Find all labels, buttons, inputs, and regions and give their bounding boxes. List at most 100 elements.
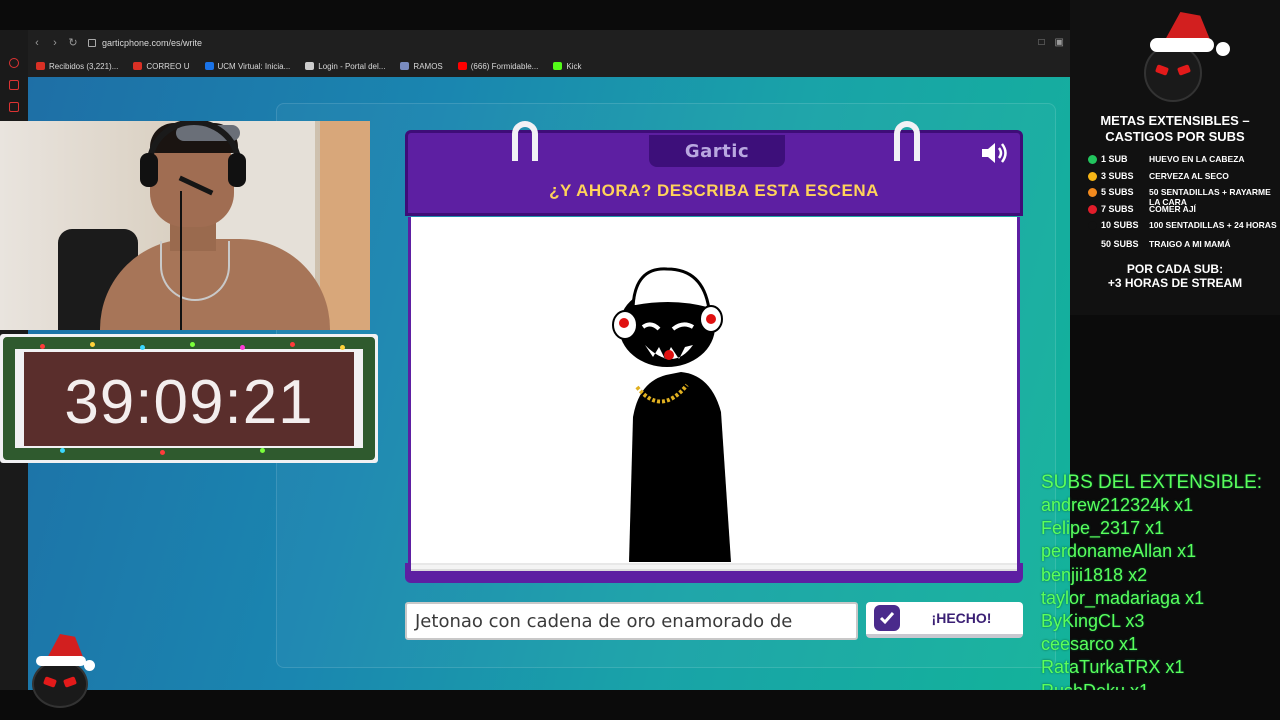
headphone-cup xyxy=(228,153,246,187)
answer-value: Jetonao con cadena de oro enamorado de xyxy=(415,610,793,632)
bookmark-item[interactable]: Kick xyxy=(553,62,581,71)
sub-entry: Felipe_2317 x1 xyxy=(1041,518,1165,539)
kick-icon xyxy=(553,62,563,70)
bookmark-label: UCM Virtual: Inicia... xyxy=(217,61,291,71)
nav-row: ‹ › ↻ garticphone.com/es/write □ ▣ xyxy=(28,30,1070,55)
binder-ring-icon xyxy=(894,121,920,161)
page-icon xyxy=(305,62,315,70)
gmail-icon xyxy=(133,62,143,70)
garland-light xyxy=(40,344,45,349)
devil-emote-icon xyxy=(1144,44,1202,102)
sidebar-icon[interactable] xyxy=(9,80,19,90)
sub-entry: andrew212324k x1 xyxy=(1041,495,1194,515)
gmail-icon xyxy=(36,62,45,70)
santa-hat-brim xyxy=(36,656,86,666)
forward-icon[interactable]: › xyxy=(46,37,64,49)
ramos-icon xyxy=(400,62,410,70)
headphone-cable xyxy=(180,191,182,330)
goal-row: 7 SUBS COMER AJÍ xyxy=(1088,204,1279,214)
webcam-feed xyxy=(0,121,370,330)
youtube-icon xyxy=(457,62,467,70)
bookmark-star-icon[interactable]: ▣ xyxy=(1055,37,1064,48)
headphone-cup xyxy=(140,153,158,187)
santa-hat-pom xyxy=(84,660,95,671)
reload-icon[interactable]: ↻ xyxy=(64,36,82,49)
scene-prompt: ¿Y AHORA? DESCRIBA ESTA ESCENA xyxy=(549,181,879,200)
binder-ring-icon xyxy=(512,121,538,161)
goal-reward: 100 SENTADILLAS + 24 HORAS xyxy=(1149,220,1277,230)
bookmark-item[interactable]: CORREO U xyxy=(133,61,190,71)
card-footer xyxy=(405,563,1023,583)
gartic-logo: Gartic xyxy=(684,140,750,162)
goals-footer-line: +3 HORAS DE STREAM xyxy=(1107,276,1243,290)
garland-light xyxy=(340,345,345,350)
checkmark-icon xyxy=(874,605,900,631)
goals-title: METAS EXTENSIBLES – CASTIGOS POR SUBS xyxy=(1070,113,1280,145)
drawing-image xyxy=(612,267,731,562)
garland-light xyxy=(260,448,265,453)
status-dot-icon xyxy=(1088,155,1097,164)
sub-entry: ceesarco x1 xyxy=(1041,634,1139,655)
goal-row: 3 SUBS CERVEZA AL SECO xyxy=(1088,171,1279,181)
sub-entry: benjii1818 x2 xyxy=(1041,564,1148,585)
extension-icon[interactable]: □ xyxy=(1039,37,1045,48)
bookmark-label: Login - Portal del... xyxy=(318,61,386,71)
sub-entry: ByKingCL x3 xyxy=(1041,611,1145,631)
goal-subs: 50 SUBS xyxy=(1101,239,1139,249)
timer-value: 39:09:21 xyxy=(64,368,314,437)
done-label: ¡HECHO! xyxy=(931,610,992,626)
goal-reward: HUEVO EN LA CABEZA xyxy=(1149,154,1245,164)
back-icon[interactable]: ‹ xyxy=(28,37,46,49)
bookmarks-bar: Recibidos (3,221)... CORREO U UCM Virtual:… xyxy=(28,55,1070,77)
status-dot-icon xyxy=(1088,221,1097,230)
bookmark-item[interactable]: UCM Virtual: Inicia... xyxy=(204,61,291,71)
bookmark-label: (666) Formidable... xyxy=(470,61,539,71)
done-button[interactable]: ¡HECHO! xyxy=(866,602,1023,638)
goal-subs: 5 SUBS xyxy=(1101,187,1134,197)
paper-edge xyxy=(411,563,1017,571)
bookmark-label: Kick xyxy=(566,61,582,71)
bookmark-item[interactable]: Login - Portal del... xyxy=(305,62,385,71)
goals-title-line: CASTIGOS POR SUBS xyxy=(1105,129,1245,144)
answer-input[interactable]: Jetonao con cadena de oro enamorado de xyxy=(405,602,858,640)
lock-icon xyxy=(88,38,96,47)
garland-light xyxy=(90,342,95,347)
goal-subs: 7 SUBS xyxy=(1101,204,1134,214)
stream-screen: ‹ › ↻ garticphone.com/es/write □ ▣ Recib… xyxy=(0,0,1280,720)
garland-light xyxy=(290,342,295,347)
sub-entry: RataTurkaTRX x1 xyxy=(1041,657,1185,678)
goal-subs: 1 SUB xyxy=(1101,154,1128,164)
goal-reward: COMER AJÍ xyxy=(1149,204,1196,214)
countdown-timer: 39:09:21 xyxy=(0,334,378,463)
bottom-bar xyxy=(0,690,1280,720)
sidebar-icon[interactable] xyxy=(9,58,19,68)
garland-light xyxy=(140,345,145,350)
status-dot-icon xyxy=(1088,205,1097,214)
goals-footer: POR CADA SUB: +3 HORAS DE STREAM xyxy=(1070,262,1280,290)
garland-light xyxy=(160,450,165,455)
goal-row: 1 SUB HUEVO EN LA CABEZA xyxy=(1088,154,1279,164)
garland-light xyxy=(190,342,195,347)
garland-light xyxy=(60,448,65,453)
bookmark-item[interactable]: RAMOS xyxy=(400,61,443,71)
bookmark-label: RAMOS xyxy=(413,61,443,71)
browser-chrome: ‹ › ↻ garticphone.com/es/write □ ▣ Recib… xyxy=(28,30,1070,77)
bookmark-item[interactable]: Recibidos (3,221)... xyxy=(36,62,118,71)
sub-entry: taylor_madariaga x1 xyxy=(1041,587,1205,608)
sound-icon[interactable] xyxy=(980,141,1010,165)
goal-reward: CERVEZA AL SECO xyxy=(1149,171,1229,181)
santa-hat-pom xyxy=(1216,42,1230,56)
bookmark-label: Recibidos (3,221)... xyxy=(49,61,119,71)
sidebar-icon[interactable] xyxy=(9,102,19,112)
ucm-icon xyxy=(204,62,214,70)
goal-reward: TRAIGO A MI MAMÁ xyxy=(1149,239,1231,249)
bookmark-item[interactable]: (666) Formidable... xyxy=(457,61,539,71)
bookmark-label: CORREO U xyxy=(146,61,190,71)
sub-entry: perdonameAllan x1 xyxy=(1041,541,1197,562)
toolbar-right: □ ▣ xyxy=(1039,37,1065,48)
goals-title-line: METAS EXTENSIBLES – xyxy=(1100,113,1250,128)
card-header: Gartic ¿Y AHORA? DESCRIBA ESTA ESCENA xyxy=(405,121,1023,216)
goal-subs: 3 SUBS xyxy=(1101,171,1134,181)
address-bar[interactable]: garticphone.com/es/write xyxy=(88,38,202,48)
devil-emote-icon xyxy=(32,660,88,708)
